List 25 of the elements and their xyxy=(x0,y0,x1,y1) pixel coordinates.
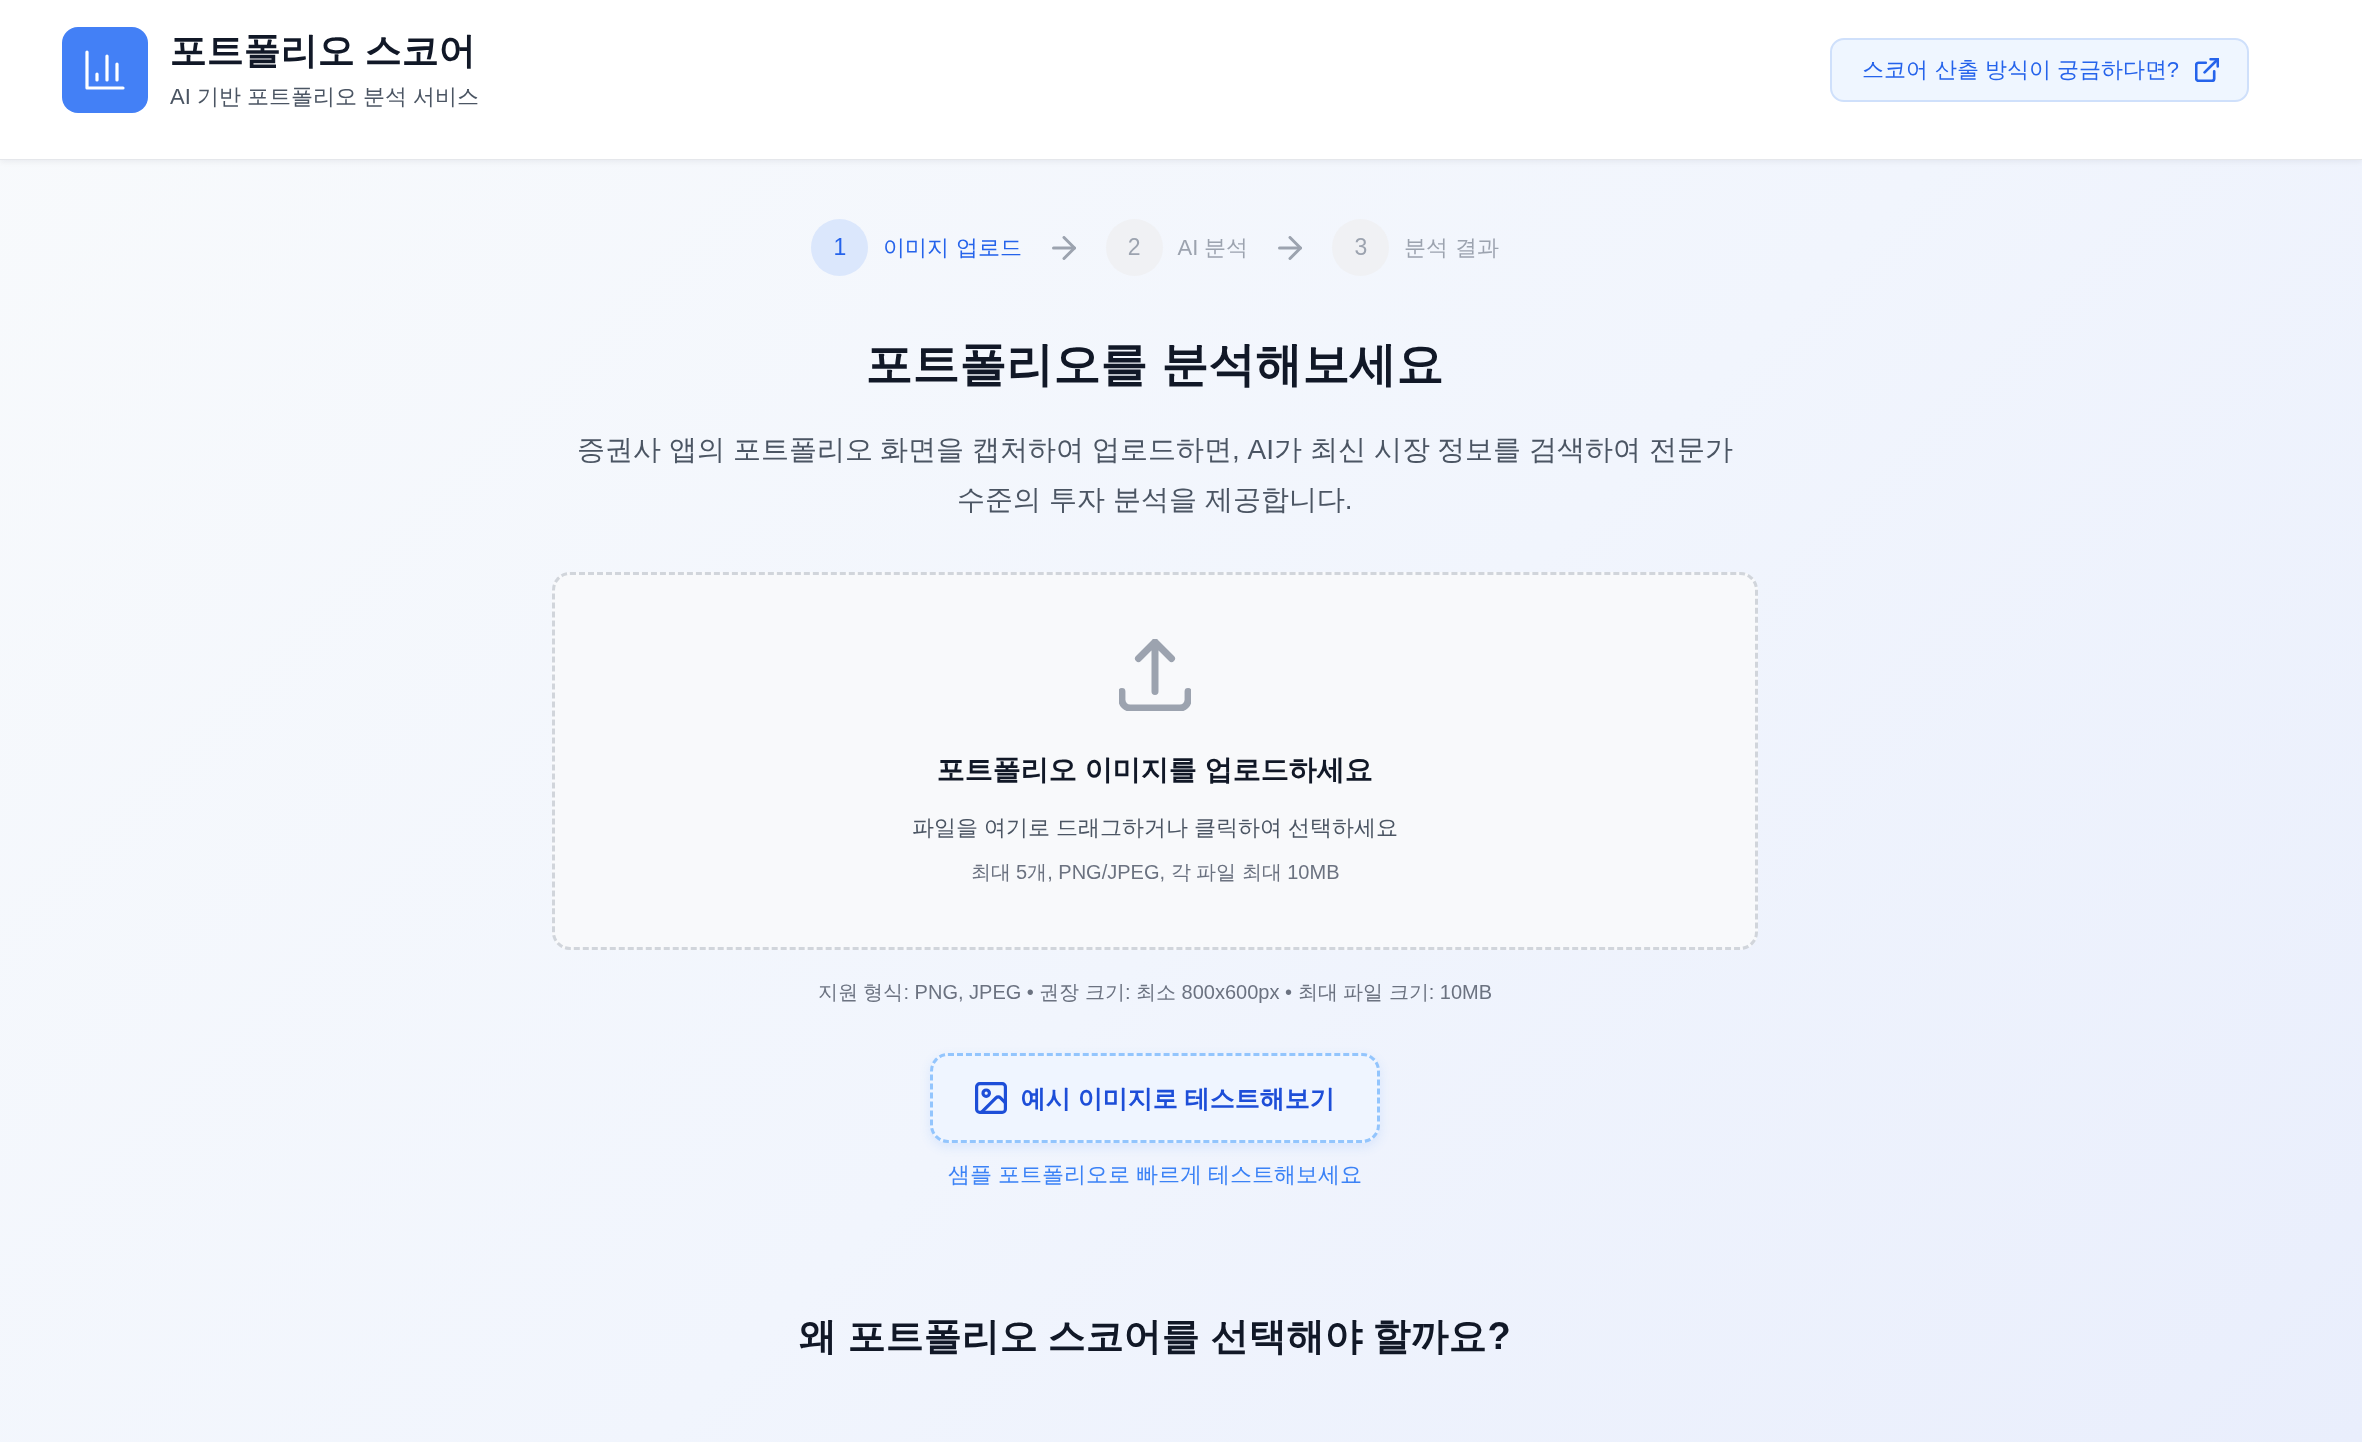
arrow-right-icon xyxy=(1278,235,1303,260)
image-icon xyxy=(975,1082,1008,1114)
step-number: 2 xyxy=(1105,219,1163,276)
sample-image-button[interactable]: 예시 이미지로 테스트해보기 xyxy=(930,1053,1380,1143)
upload-hint: 파일을 여기로 드래그하거나 클릭하여 선택하세요 xyxy=(911,814,1399,842)
bar-chart-icon xyxy=(62,26,148,113)
page-description: 증권사 앱의 포트폴리오 화면을 캡처하여 업로드하면, AI가 최신 시장 정보를 검색하여 전문가 수준의 투자 분석을 제공합니다. xyxy=(576,433,1734,517)
formats-note: 지원 형식: PNG, JPEG • 권장 크기: 최소 800x600px • 최대 파일 크기: 10MB xyxy=(817,980,1493,1005)
step-label: AI 분석 xyxy=(1177,233,1249,262)
upload-dropzone[interactable]: 포트폴리오 이미지를 업로드하세요 파일을 여기로 드래그하거나 클릭하여 선택하세요 최대 5개, PNG/JPEG, 각 파일 최대 10MB xyxy=(552,572,1758,950)
sample-caption: 샘플 포트폴리오로 빠르게 테스트해보세요 xyxy=(947,1161,1363,1189)
step-label: 분석 결과 xyxy=(1404,233,1499,262)
app-title: 포트폴리오 스코어 xyxy=(170,28,478,73)
step-label: 이미지 업로드 xyxy=(883,233,1022,262)
upload-limits: 최대 5개, PNG/JPEG, 각 파일 최대 10MB xyxy=(970,860,1340,885)
app-subtitle: AI 기반 포트폴리오 분석 서비스 xyxy=(170,82,480,111)
step-number: 3 xyxy=(1332,219,1390,276)
external-link-icon xyxy=(2195,57,2219,82)
help-link-button[interactable]: 스코어 산출 방식이 궁금하다면? xyxy=(1830,37,2249,102)
upload-icon xyxy=(1119,639,1191,711)
page-heading: 포트폴리오를 분석해보세요 xyxy=(866,336,1444,392)
upload-title: 포트폴리오 이미지를 업로드하세요 xyxy=(937,753,1373,787)
step-number: 1 xyxy=(811,219,869,276)
section-heading: 왜 포트폴리오 스코어를 선택해야 할까요? xyxy=(799,1314,1511,1359)
arrow-right-icon xyxy=(1051,235,1076,260)
